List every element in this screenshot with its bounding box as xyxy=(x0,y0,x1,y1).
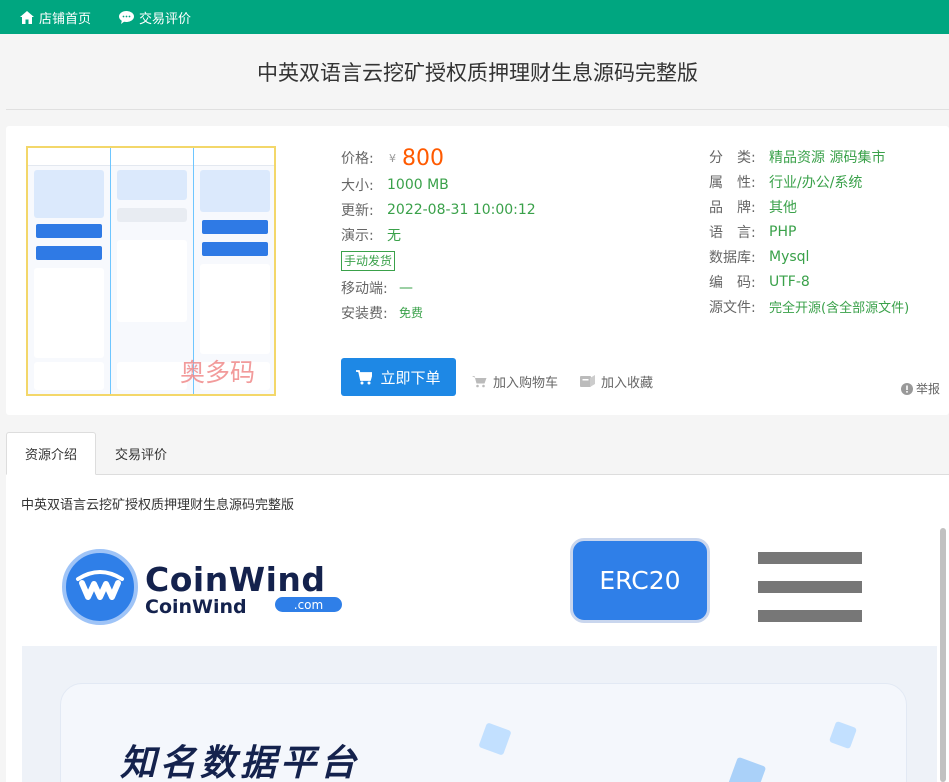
delivery-row: 手动发货 xyxy=(341,247,701,275)
database-value[interactable]: Mysql xyxy=(769,249,809,265)
brand-domain-pill: .com xyxy=(275,597,342,612)
buy-now-label: 立即下单 xyxy=(380,368,441,387)
nav-store-home-label: 店铺首页 xyxy=(39,11,92,27)
add-to-cart-button[interactable]: 加入购物车 xyxy=(472,372,558,391)
nav-trade-reviews[interactable]: 交易评价 xyxy=(119,8,191,27)
favorite-icon xyxy=(580,375,595,387)
updated-row: 更新: 2022-08-31 10:00:12 xyxy=(341,197,701,222)
mobile-label: 移动端: xyxy=(341,280,388,297)
attribute-value[interactable]: 行业/办公/系统 xyxy=(769,172,862,192)
mobile-value: — xyxy=(399,279,413,296)
banner-hero: 知名数据平台 xyxy=(22,646,937,782)
resource-description: 中英双语言云挖矿授权质押理财生息源码完整版 xyxy=(21,498,295,513)
meta-brand-row: 品 牌: 其他 xyxy=(709,194,944,219)
demo-value: 无 xyxy=(387,227,401,244)
tab-resource-intro[interactable]: 资源介绍 xyxy=(6,432,96,475)
product-thumbnail[interactable]: 奥多码 xyxy=(26,146,276,396)
product-banner-image: CoinWind CoinWind .com ERC20 知名数据平台 xyxy=(22,528,937,782)
demo-row: 演示: 无 xyxy=(341,222,701,247)
install-row: 安装费: 免费 xyxy=(341,300,701,325)
page-title: 中英双语言云挖矿授权质押理财生息源码完整版 xyxy=(257,60,698,85)
database-label: 数据库: xyxy=(709,249,756,266)
mobile-row: 移动端: — xyxy=(341,275,701,300)
updated-label: 更新: xyxy=(341,202,374,219)
product-card: 奥多码 价格: ¥ 800 大小: 1000 MB 更新: 2022-08-31… xyxy=(6,126,949,415)
add-favorite-button[interactable]: 加入收藏 xyxy=(580,372,653,391)
attribute-label: 属 性: xyxy=(709,174,756,191)
install-label: 安装费: xyxy=(341,305,388,322)
updated-value: 2022-08-31 10:00:12 xyxy=(387,201,536,218)
brand-name-top: CoinWind xyxy=(145,560,326,599)
size-label: 大小: xyxy=(341,177,374,194)
language-label: 语 言: xyxy=(709,224,756,241)
nav-trade-reviews-label: 交易评价 xyxy=(139,11,192,27)
encoding-label: 编 码: xyxy=(709,274,756,291)
price-label: 价格: xyxy=(341,151,374,167)
demo-label: 演示: xyxy=(341,227,374,244)
size-value: 1000 MB xyxy=(387,176,449,193)
source-label: 源文件: xyxy=(709,299,756,316)
install-value: 免费 xyxy=(399,306,424,320)
meta-language-row: 语 言: PHP xyxy=(709,219,944,244)
report-label: 举报 xyxy=(916,382,941,396)
top-nav-bar: 店铺首页 交易评价 xyxy=(0,0,949,34)
encoding-value[interactable]: UTF-8 xyxy=(769,274,810,290)
title-area: 中英双语言云挖矿授权质押理财生息源码完整版 xyxy=(6,34,949,110)
category-value[interactable]: 精品资源 源码集市 xyxy=(769,147,885,167)
size-row: 大小: 1000 MB xyxy=(341,172,701,197)
resource-content: 中英双语言云挖矿授权质押理财生息源码完整版 CoinWind CoinWind … xyxy=(6,475,949,782)
brand-label: 品 牌: xyxy=(709,199,756,216)
meta-database-row: 数据库: Mysql xyxy=(709,244,944,269)
comment-icon xyxy=(119,10,135,24)
home-icon xyxy=(20,10,34,24)
product-info: 价格: ¥ 800 大小: 1000 MB 更新: 2022-08-31 10:… xyxy=(341,144,701,325)
delivery-tag: 手动发货 xyxy=(341,251,396,271)
nav-store-home[interactable]: 店铺首页 xyxy=(20,8,91,27)
product-meta: 分 类: 精品资源 源码集市 属 性: 行业/办公/系统 品 牌: 其他 语 言… xyxy=(709,144,944,319)
category-label: 分 类: xyxy=(709,149,756,166)
hero-headline: 知名数据平台 xyxy=(120,743,361,782)
brand-value[interactable]: 其他 xyxy=(769,197,797,217)
erc20-button[interactable]: ERC20 xyxy=(570,538,710,623)
meta-source-row: 源文件: 完全开源(含全部源文件) xyxy=(709,294,944,319)
language-value[interactable]: PHP xyxy=(769,224,796,240)
content-scrollbar[interactable] xyxy=(940,528,946,782)
price-row: 价格: ¥ 800 xyxy=(341,144,701,172)
price-value: 800 xyxy=(402,145,444,171)
source-value[interactable]: 完全开源(含全部源文件) xyxy=(769,297,909,316)
tab-trade-reviews[interactable]: 交易评价 xyxy=(96,432,186,475)
add-to-cart-label: 加入购物车 xyxy=(493,376,559,391)
report-link[interactable]: 举报 xyxy=(901,380,940,397)
cart-icon xyxy=(356,369,373,384)
thumbnail-watermark: 奥多码 xyxy=(180,358,256,387)
meta-category-row: 分 类: 精品资源 源码集市 xyxy=(709,144,944,169)
buy-now-button[interactable]: 立即下单 xyxy=(341,358,456,396)
add-favorite-label: 加入收藏 xyxy=(601,376,654,391)
info-icon xyxy=(901,382,913,395)
price-currency: ¥ xyxy=(389,151,396,165)
detail-tabs: 资源介绍 交易评价 xyxy=(6,432,949,475)
brand-name-bottom: CoinWind xyxy=(145,596,247,618)
meta-encoding-row: 编 码: UTF-8 xyxy=(709,269,944,294)
cart-icon xyxy=(472,376,487,388)
hamburger-menu-icon[interactable] xyxy=(758,552,862,622)
coinwind-logo xyxy=(62,549,138,625)
thumb-screen-1 xyxy=(28,148,111,394)
meta-attribute-row: 属 性: 行业/办公/系统 xyxy=(709,169,944,194)
